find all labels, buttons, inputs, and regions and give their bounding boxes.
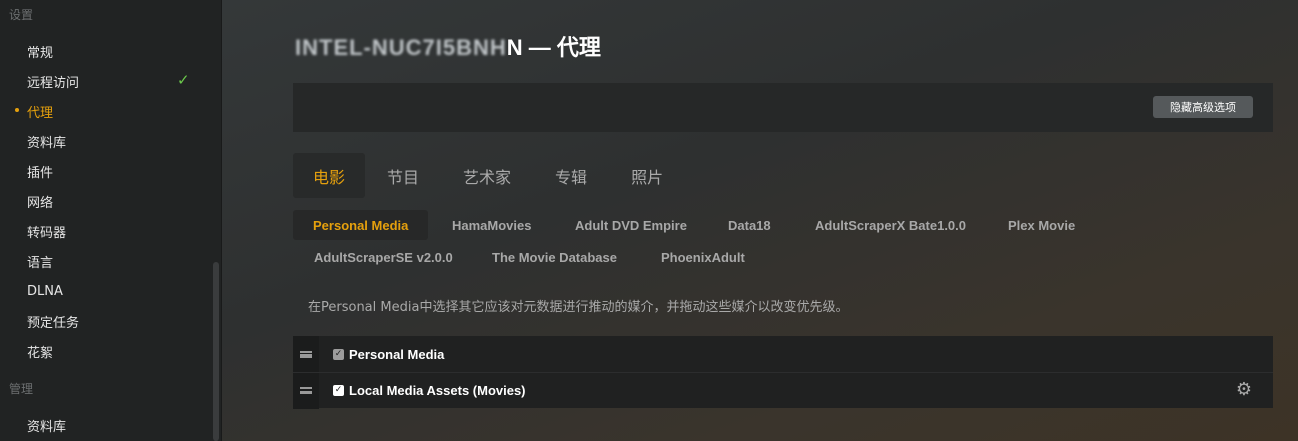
sidebar-item-transcoder[interactable]: 转码器 bbox=[0, 216, 210, 246]
gear-icon[interactable]: ⚙ bbox=[1236, 381, 1252, 399]
hide-advanced-button[interactable]: 隐藏高级选项 bbox=[1153, 96, 1253, 118]
sidebar-item-label: 资料库 bbox=[27, 135, 67, 151]
agent-tab-adult-dvd-empire[interactable]: Adult DVD Empire bbox=[575, 210, 687, 240]
agent-tab-personal-media[interactable]: Personal Media bbox=[293, 210, 429, 240]
source-checkbox[interactable]: ✓ bbox=[333, 385, 344, 396]
main-content: INTEL-NUC7I5BNHN — 代理 隐藏高级选项 电影 节目 艺术家 专… bbox=[222, 0, 1298, 441]
sidebar-item-general[interactable]: 常规 bbox=[0, 36, 210, 66]
sidebar-item-label: 花絮 bbox=[27, 345, 54, 361]
tab-shows[interactable]: 节目 bbox=[365, 153, 441, 198]
sidebar-item-label: 预定任务 bbox=[27, 315, 80, 331]
sidebar-item-label: 远程访问 bbox=[27, 75, 80, 91]
source-label: Local Media Assets (Movies) bbox=[349, 383, 526, 398]
server-name: INTEL-NUC7I5BNH bbox=[295, 35, 507, 60]
sidebar-item-label: 代理 bbox=[27, 105, 54, 121]
sidebar-item-label: 语言 bbox=[27, 255, 54, 271]
sidebar-item-extras[interactable]: 花絮 bbox=[0, 336, 210, 366]
source-list: ✓ Personal Media ✓ Local Media Assets (M… bbox=[293, 336, 1273, 409]
tab-artists[interactable]: 艺术家 bbox=[441, 153, 533, 198]
active-bullet-icon bbox=[15, 108, 19, 112]
sidebar-item-agents[interactable]: 代理 bbox=[0, 96, 210, 126]
page-title-suffix: N — 代理 bbox=[506, 35, 601, 60]
sidebar-item-label: 插件 bbox=[27, 165, 54, 181]
sidebar-item-languages[interactable]: 语言 bbox=[0, 246, 210, 276]
tab-movies[interactable]: 电影 bbox=[293, 153, 366, 198]
page-title: INTEL-NUC7I5BNHN — 代理 bbox=[295, 30, 601, 62]
sidebar-item-label: 常规 bbox=[27, 45, 54, 61]
check-icon: ✓ bbox=[177, 71, 190, 89]
tab-albums[interactable]: 专辑 bbox=[533, 153, 609, 198]
sidebar-item-label: 转码器 bbox=[27, 225, 67, 241]
settings-sidebar: 设置 常规 远程访问 ✓ 代理 资料库 插件 网络 转码器 语言 DLNA 预定… bbox=[0, 0, 222, 441]
agent-tab-phoenixadult[interactable]: PhoenixAdult bbox=[661, 242, 745, 272]
sidebar-section-settings: 设置 bbox=[9, 8, 34, 22]
media-type-tabs: 电影 节目 艺术家 专辑 照片 bbox=[293, 153, 685, 198]
agent-tab-data18[interactable]: Data18 bbox=[728, 210, 771, 240]
drag-handle-icon[interactable] bbox=[293, 336, 319, 372]
agent-tab-hamamovies[interactable]: HamaMovies bbox=[452, 210, 531, 240]
agent-tab-adultscraperx[interactable]: AdultScraperX Bate1.0.0 bbox=[815, 210, 966, 240]
sidebar-item-label: 资料库 bbox=[27, 419, 67, 435]
agent-tab-the-movie-database[interactable]: The Movie Database bbox=[492, 242, 617, 272]
list-item: ✓ Personal Media bbox=[293, 336, 1273, 372]
sidebar-item-remote-access[interactable]: 远程访问 ✓ bbox=[0, 66, 210, 96]
agent-description: 在Personal Media中选择其它应该对元数据进行推动的媒介，并拖动这些媒… bbox=[308, 300, 849, 315]
drag-handle-icon[interactable] bbox=[293, 372, 319, 409]
source-label: Personal Media bbox=[349, 346, 445, 362]
list-item: ✓ Local Media Assets (Movies) ⚙ bbox=[293, 372, 1273, 409]
sidebar-scrollbar[interactable] bbox=[213, 262, 219, 441]
sidebar-item-network[interactable]: 网络 bbox=[0, 186, 210, 216]
sidebar-item-manage-library[interactable]: 资料库 bbox=[0, 410, 210, 440]
sidebar-item-label: 网络 bbox=[27, 195, 54, 211]
agent-tab-adultscraperse[interactable]: AdultScraperSE v2.0.0 bbox=[314, 242, 453, 272]
tab-photos[interactable]: 照片 bbox=[609, 153, 685, 198]
sidebar-item-library[interactable]: 资料库 bbox=[0, 126, 210, 156]
toolbar: 隐藏高级选项 bbox=[293, 83, 1273, 132]
source-checkbox: ✓ bbox=[333, 348, 344, 360]
sidebar-item-plugins[interactable]: 插件 bbox=[0, 156, 210, 186]
sidebar-section-manage: 管理 bbox=[9, 382, 34, 396]
sidebar-item-label: DLNA bbox=[27, 283, 63, 299]
sidebar-item-scheduled-tasks[interactable]: 预定任务 bbox=[0, 306, 210, 336]
sidebar-item-dlna[interactable]: DLNA bbox=[0, 276, 210, 306]
agent-tab-plex-movie[interactable]: Plex Movie bbox=[1008, 210, 1075, 240]
